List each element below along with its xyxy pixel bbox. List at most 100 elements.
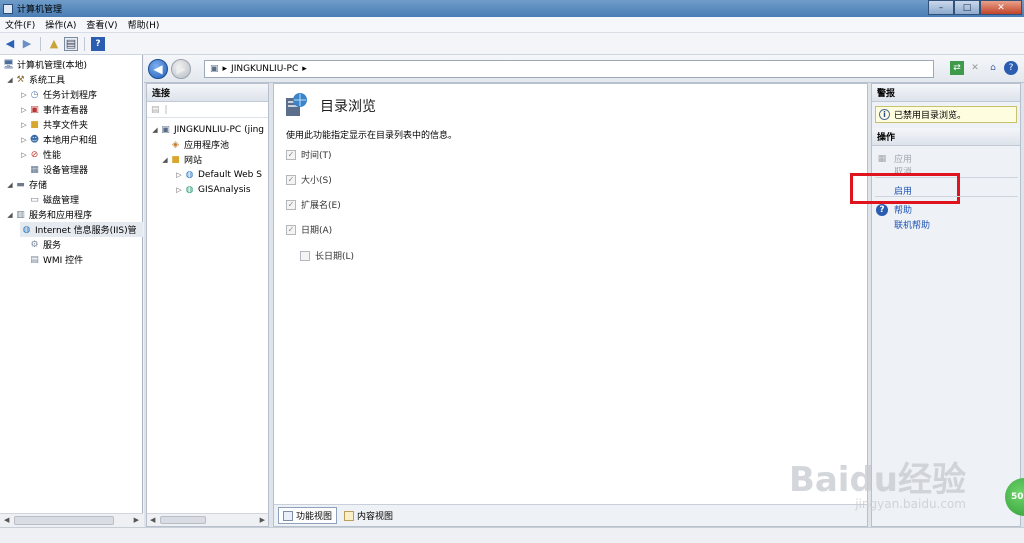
address-tools: ⇄ ✕ ⌂ ? bbox=[950, 61, 1018, 75]
conn-item-default-site[interactable]: ▷ ◍ Default Web S bbox=[175, 167, 262, 182]
checkmark-icon[interactable]: ✓ bbox=[286, 174, 296, 185]
tree-item-local-users[interactable]: ▷ ☻ 本地用户和组 bbox=[20, 132, 97, 147]
scrollbar-thumb[interactable] bbox=[14, 516, 114, 525]
watermark-url: jingyan.baidu.com bbox=[855, 497, 966, 511]
tree-item-services[interactable]: ⚙ 服务 bbox=[28, 237, 61, 252]
app-pool-icon: ◈ bbox=[172, 139, 179, 150]
action-help[interactable]: ? 帮助 bbox=[876, 203, 912, 216]
stop-icon[interactable]: ✕ bbox=[968, 61, 982, 75]
directory-browsing-icon bbox=[286, 93, 307, 116]
forward-button[interactable]: ▶ bbox=[171, 59, 191, 79]
checkbox-label: 长日期(L) bbox=[315, 252, 355, 262]
checkbox-size[interactable]: ✓ 大小(S) bbox=[286, 173, 332, 186]
collapse-icon[interactable]: ◢ bbox=[6, 211, 14, 219]
menu-file[interactable]: 文件(F) bbox=[0, 18, 40, 31]
checkmark-icon[interactable]: ✓ bbox=[286, 199, 296, 210]
scroll-right-icon[interactable]: ▶ bbox=[134, 516, 139, 524]
conn-item-gis-site[interactable]: ▷ ◍ GISAnalysis bbox=[175, 182, 250, 197]
features-view-icon bbox=[283, 510, 293, 521]
scroll-left-icon[interactable]: ◀ bbox=[150, 516, 155, 524]
checkbox-date[interactable]: ✓ 日期(A) bbox=[286, 223, 332, 236]
horizontal-scrollbar[interactable]: ◀ ▶ bbox=[147, 513, 268, 526]
checkbox-empty[interactable] bbox=[300, 250, 310, 261]
conn-item-sites[interactable]: ◢ ■ 网站 bbox=[161, 152, 202, 167]
collapse-icon[interactable]: ◢ bbox=[151, 126, 159, 134]
action-apply[interactable]: ▦ 应用 bbox=[876, 152, 912, 166]
checkbox-time[interactable]: ✓ 时间(T) bbox=[286, 148, 332, 161]
menu-help[interactable]: 帮助(H) bbox=[123, 18, 165, 31]
tab-content-view[interactable]: 内容视图 bbox=[339, 507, 398, 524]
toolbar-separator bbox=[84, 36, 85, 51]
info-icon: i bbox=[879, 109, 890, 120]
checkbox-extension[interactable]: ✓ 扩展名(E) bbox=[286, 198, 341, 211]
collapse-icon[interactable]: ◢ bbox=[161, 156, 169, 164]
scrollbar-thumb[interactable] bbox=[160, 516, 206, 524]
checkmark-icon[interactable]: ✓ bbox=[286, 224, 296, 235]
up-folder-icon[interactable]: ▲ bbox=[47, 37, 61, 51]
tree-item-system-tools[interactable]: ◢ ⚒ 系统工具 bbox=[6, 72, 65, 87]
connect-icon[interactable]: ▤ bbox=[151, 105, 160, 115]
scroll-left-icon[interactable]: ◀ bbox=[4, 516, 9, 524]
tree-item-task-scheduler[interactable]: ▷ ◷ 任务计划程序 bbox=[20, 87, 97, 102]
tree-item-performance[interactable]: ▷ ⊘ 性能 bbox=[20, 147, 61, 162]
checkmark-icon[interactable]: ✓ bbox=[286, 149, 296, 160]
breadcrumb-server[interactable]: JINGKUNLIU-PC bbox=[231, 64, 298, 74]
toolbar: ◀ ▶ ▲ ▤ ? bbox=[0, 33, 1024, 55]
collapse-icon[interactable]: ◢ bbox=[6, 76, 14, 84]
minimize-button[interactable]: – bbox=[928, 0, 954, 15]
expand-icon[interactable]: ▷ bbox=[20, 151, 28, 159]
help-icon[interactable]: ? bbox=[91, 36, 105, 51]
scroll-right-icon[interactable]: ▶ bbox=[260, 516, 265, 524]
tree-item-iis[interactable]: ◍ Internet 信息服务(IIS)管 bbox=[20, 222, 143, 237]
checkbox-long-date[interactable]: 长日期(L) bbox=[300, 249, 354, 262]
window-title: 计算机管理 bbox=[17, 5, 63, 15]
address-box[interactable]: ▣ ▸ JINGKUNLIU-PC ▸ bbox=[204, 60, 934, 78]
refresh-icon[interactable]: ⇄ bbox=[950, 61, 964, 75]
computer-icon: 🖥 bbox=[2, 59, 15, 70]
expand-icon[interactable]: ▷ bbox=[20, 121, 28, 129]
tab-label: 内容视图 bbox=[357, 512, 394, 522]
checkbox-label: 大小(S) bbox=[301, 176, 332, 186]
back-button[interactable]: ◀ bbox=[148, 59, 168, 79]
page-description: 使用此功能指定显示在目录列表中的信息。 bbox=[286, 131, 458, 141]
performance-icon: ⊘ bbox=[30, 149, 39, 160]
action-label: 帮助 bbox=[894, 206, 913, 216]
tree-item-disk-management[interactable]: ▭ 磁盘管理 bbox=[28, 192, 79, 207]
expand-icon[interactable]: ▷ bbox=[175, 171, 183, 179]
tree-item-root[interactable]: 🖥 计算机管理(本地) bbox=[2, 57, 87, 72]
expand-icon[interactable]: ▷ bbox=[175, 186, 183, 194]
help-dropdown-icon[interactable]: ? bbox=[1004, 61, 1018, 75]
back-arrow-icon[interactable]: ◀ bbox=[3, 37, 17, 51]
server-icon: ▣ bbox=[161, 124, 170, 135]
tree-label: 共享文件夹 bbox=[43, 121, 89, 131]
conn-item-server[interactable]: ◢ ▣ JINGKUNLIU-PC (jing bbox=[151, 122, 264, 137]
conn-item-app-pools[interactable]: ◈ 应用程序池 bbox=[169, 137, 229, 152]
services-gear-icon: ⚙ bbox=[30, 239, 39, 250]
tree-item-device-manager[interactable]: ▦ 设备管理器 bbox=[28, 162, 88, 177]
tree-item-storage[interactable]: ◢ ▬ 存储 bbox=[6, 177, 47, 192]
menu-action[interactable]: 操作(A) bbox=[40, 18, 81, 31]
breadcrumb-separator-icon: ▸ bbox=[302, 64, 307, 74]
tree-item-event-viewer[interactable]: ▷ ▣ 事件查看器 bbox=[20, 102, 88, 117]
tab-features-view[interactable]: 功能视图 bbox=[278, 507, 338, 524]
maximize-button[interactable]: □ bbox=[954, 0, 980, 15]
home-icon[interactable]: ⌂ bbox=[986, 61, 1000, 75]
tree-item-shared-folders[interactable]: ▷ ■ 共享文件夹 bbox=[20, 117, 88, 132]
connections-pane: 连接 ▤ | ◢ ▣ JINGKUNLIU-PC (jing ◈ 应用程序池 ◢… bbox=[146, 83, 269, 527]
forward-arrow-icon[interactable]: ▶ bbox=[20, 37, 34, 51]
menu-bar: 文件(F) 操作(A) 查看(V) 帮助(H) bbox=[0, 17, 1024, 33]
separator bbox=[875, 196, 1018, 197]
expand-icon[interactable]: ▷ bbox=[20, 106, 28, 114]
horizontal-scrollbar[interactable]: ◀ ▶ bbox=[0, 513, 143, 527]
tree-label: 网站 bbox=[184, 156, 203, 166]
action-online-help[interactable]: 联机帮助 bbox=[894, 218, 930, 231]
close-button[interactable]: ✕ bbox=[980, 0, 1022, 15]
expand-icon[interactable]: ▷ bbox=[20, 91, 28, 99]
show-tree-icon[interactable]: ▤ bbox=[64, 36, 78, 51]
collapse-icon[interactable]: ◢ bbox=[6, 181, 14, 189]
tree-item-services-apps[interactable]: ◢ ▥ 服务和应用程序 bbox=[6, 207, 92, 222]
expand-icon[interactable]: ▷ bbox=[20, 136, 28, 144]
menu-view[interactable]: 查看(V) bbox=[81, 18, 122, 31]
title-bar: 计算机管理 – □ ✕ bbox=[0, 0, 1024, 17]
tree-item-wmi[interactable]: ▤ WMI 控件 bbox=[28, 252, 83, 267]
